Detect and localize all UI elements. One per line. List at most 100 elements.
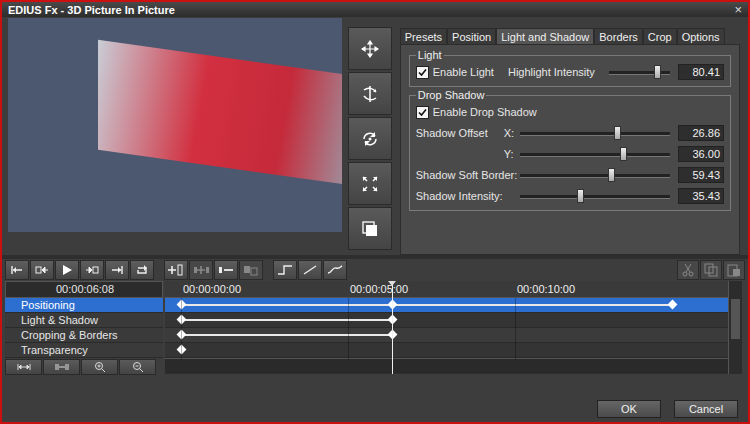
keyframe-timeline: 00:00:06:08PositioningLight & ShadowCrop… — [2, 281, 748, 374]
tab[interactable]: Presets — [400, 28, 447, 44]
prev-key-button[interactable] — [30, 260, 54, 280]
layer-tool[interactable] — [348, 207, 392, 250]
go-start-icon — [10, 265, 24, 275]
preview-picture — [98, 40, 342, 187]
clipboard-button[interactable] — [677, 260, 699, 280]
clipboard-button[interactable] — [700, 260, 722, 280]
track-area[interactable]: 00:00:00:0000:00:05:0000:00:10:00 — [165, 281, 728, 374]
next-key-button[interactable] — [80, 260, 104, 280]
rotate-3d-tool[interactable] — [348, 72, 392, 115]
resize-tool[interactable] — [348, 162, 392, 205]
slider-label: Shadow Intensity: — [416, 190, 500, 202]
loop-icon — [135, 264, 149, 276]
keyframe-button[interactable] — [164, 260, 188, 280]
slider-thumb[interactable] — [620, 147, 627, 161]
clipboard-button[interactable] — [723, 260, 745, 280]
shadow-slider[interactable] — [520, 168, 670, 182]
zoom-in-button[interactable] — [81, 359, 118, 375]
fit-icon — [17, 363, 31, 371]
value-field[interactable]: 35.43 — [678, 188, 724, 204]
go-start-button[interactable] — [5, 260, 29, 280]
move-tool[interactable] — [348, 27, 392, 70]
shadow-slider[interactable] — [520, 189, 670, 203]
layer-icon — [361, 220, 379, 238]
slider-thumb[interactable] — [654, 65, 661, 79]
fit-all-button[interactable] — [43, 359, 80, 375]
play-button[interactable] — [55, 260, 79, 280]
step-icon — [277, 264, 293, 276]
checkbox-label: Enable Light — [433, 66, 494, 78]
time-ruler: 00:00:00:0000:00:05:0000:00:10:00 — [165, 281, 728, 298]
zoom-in-icon — [94, 361, 106, 373]
copy-icon — [704, 263, 718, 277]
window-title: EDIUS Fx - 3D Picture In Picture — [8, 4, 734, 16]
tab[interactable]: Light and Shadow — [496, 28, 594, 44]
fit-all-icon — [55, 363, 69, 371]
track-row[interactable] — [165, 313, 728, 328]
prev-key-icon — [35, 265, 49, 275]
tab[interactable]: Borders — [594, 28, 643, 44]
track-label[interactable]: Light & Shadow — [5, 313, 163, 328]
curve-icon — [327, 264, 343, 276]
drop-shadow-group: Drop ShadowEnable Drop ShadowShadow Offs… — [409, 89, 731, 211]
remove-key-icon — [218, 264, 234, 276]
settings-panel: PresetsPositionLight and ShadowBordersCr… — [400, 28, 740, 255]
enable-light-checkbox[interactable] — [416, 66, 429, 79]
ruler-label: 00:00:10:00 — [517, 283, 575, 295]
loop-button[interactable] — [130, 260, 154, 280]
fit-button[interactable] — [5, 359, 42, 375]
keyframe-button[interactable] — [214, 260, 238, 280]
close-button[interactable]: × — [734, 3, 742, 16]
slider-thumb[interactable] — [608, 168, 615, 182]
next-key-icon — [85, 265, 99, 275]
highlight-slider[interactable] — [609, 65, 670, 79]
scissors-icon — [681, 263, 695, 277]
enable-shadow-checkbox[interactable] — [416, 106, 429, 119]
move-icon — [361, 40, 379, 58]
paste-icon — [727, 263, 741, 277]
check-icon — [418, 108, 427, 117]
vertical-scrollbar[interactable] — [728, 281, 742, 374]
value-field[interactable]: 26.86 — [678, 125, 724, 141]
effect-window: EDIUS Fx - 3D Picture In Picture× Presets… — [0, 0, 750, 424]
track-label[interactable]: Positioning — [5, 298, 163, 313]
slider-label: Highlight Intensity — [508, 66, 595, 78]
linear-interp-button[interactable] — [298, 260, 322, 280]
bezier-interp-button[interactable] — [323, 260, 347, 280]
dialog-button[interactable]: OK — [597, 400, 661, 418]
tab[interactable]: Position — [447, 28, 496, 44]
timeline-toolbar — [2, 255, 748, 281]
copy-key-icon — [243, 264, 259, 276]
step-interp-button[interactable] — [273, 260, 297, 280]
slider-thumb[interactable] — [614, 126, 621, 140]
value-field[interactable]: 36.00 — [678, 146, 724, 162]
tab-content: LightEnable LightHighlight Intensity80.4… — [400, 44, 740, 255]
go-end-button[interactable] — [105, 260, 129, 280]
current-time: 00:00:06:08 — [5, 281, 163, 298]
track-row[interactable] — [165, 343, 728, 358]
value-field[interactable]: 80.41 — [678, 64, 724, 80]
tab[interactable]: Crop — [643, 28, 677, 44]
playhead[interactable] — [392, 281, 393, 374]
shadow-slider[interactable] — [520, 147, 670, 161]
slider-thumb[interactable] — [577, 189, 584, 203]
zoom-out-button[interactable] — [119, 359, 156, 375]
keyframe-button[interactable] — [239, 260, 263, 280]
horizontal-scrollbar[interactable] — [165, 358, 728, 373]
keyframe-button[interactable] — [189, 260, 213, 280]
track-row[interactable] — [165, 298, 728, 313]
track-label[interactable]: Cropping & Borders — [5, 328, 163, 343]
axis-label: Y: — [504, 148, 512, 160]
track-label[interactable]: Transparency — [5, 343, 163, 358]
rotate-tool[interactable] — [348, 117, 392, 160]
keyframe[interactable] — [668, 300, 678, 310]
axis-label: X: — [504, 127, 512, 139]
tab[interactable]: Options — [677, 28, 725, 44]
go-end-icon — [110, 265, 124, 275]
linear-icon — [302, 264, 318, 276]
dialog-button[interactable]: Cancel — [674, 400, 738, 418]
checkbox-label: Enable Drop Shadow — [433, 106, 537, 118]
shadow-slider[interactable] — [520, 126, 670, 140]
track-row[interactable] — [165, 328, 728, 343]
value-field[interactable]: 59.43 — [678, 167, 724, 183]
